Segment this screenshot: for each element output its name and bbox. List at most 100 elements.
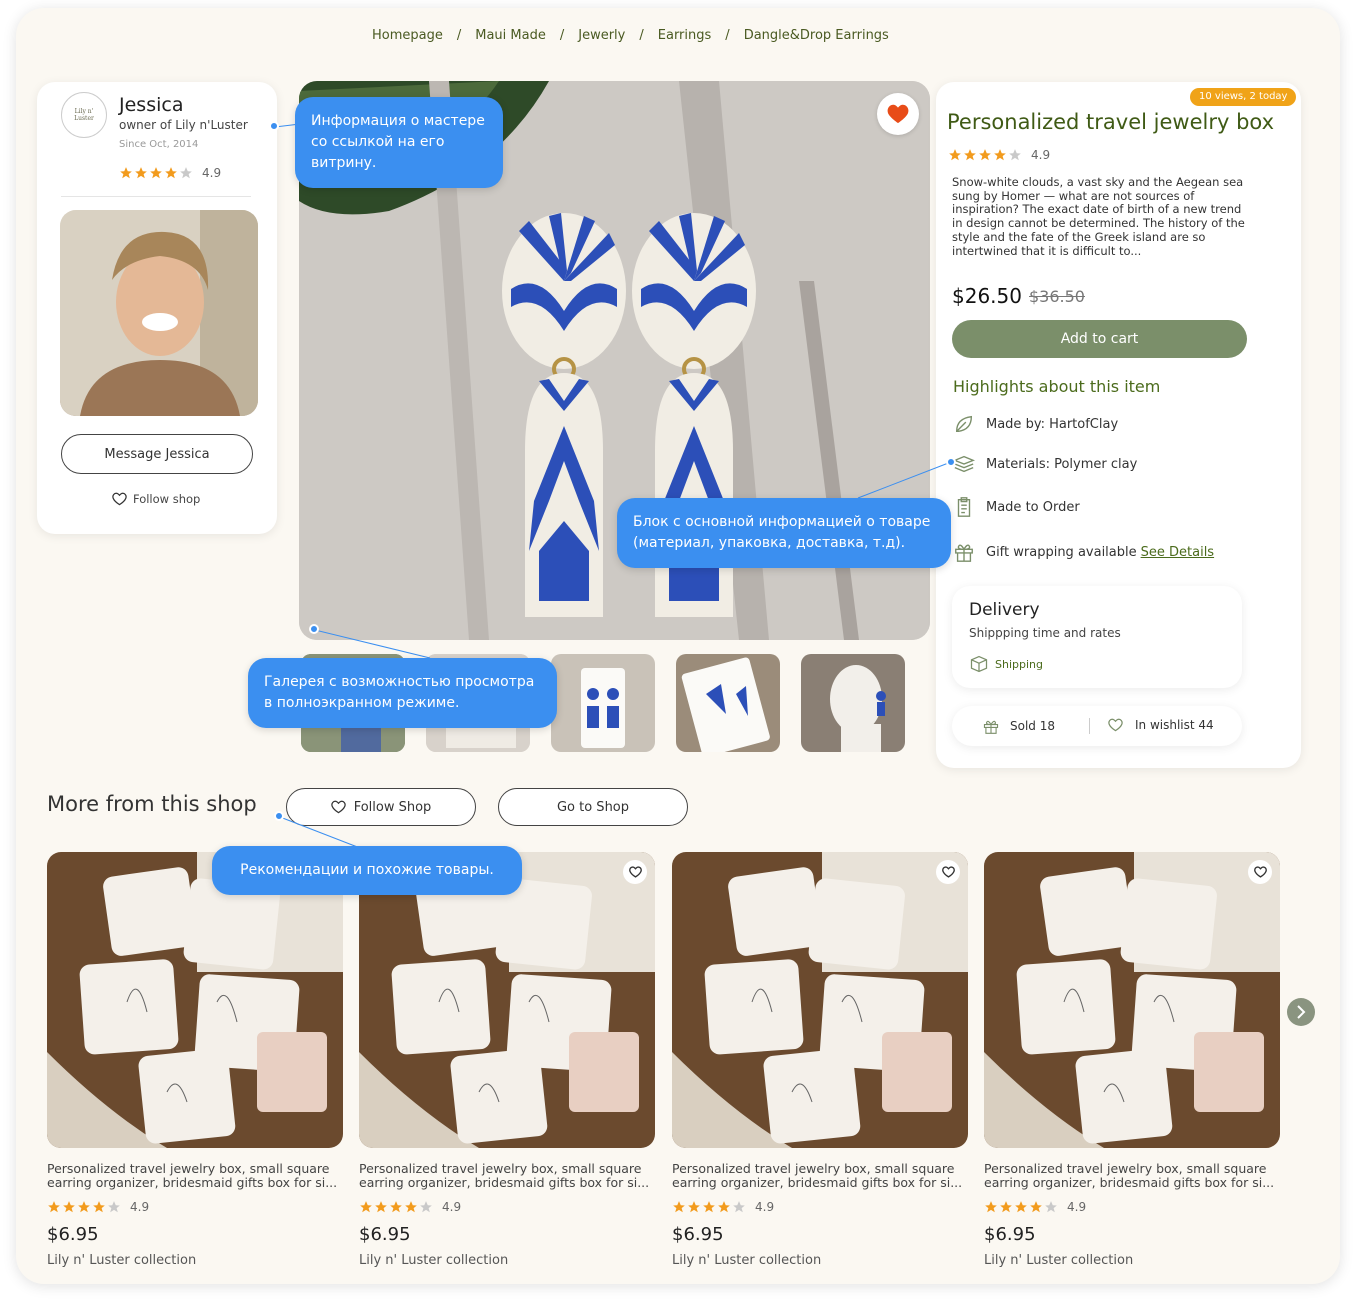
highlight-made-to-order: Made to Order [952, 496, 1080, 518]
divider [1089, 718, 1090, 734]
seller-photo [60, 210, 258, 416]
heart-filled-icon [887, 104, 909, 124]
follow-shop-link[interactable]: Follow shop [112, 492, 200, 506]
highlight-maker: Made by: HartofClay [952, 413, 1118, 435]
gallery-thumbnail[interactable] [551, 654, 655, 752]
breadcrumb-item[interactable]: Jewerly [578, 28, 625, 43]
shipping-label: Shipping [995, 657, 1043, 671]
product-price: $26.50 [952, 284, 1022, 308]
star-icon [405, 1201, 417, 1213]
see-details-link[interactable]: See Details [1141, 545, 1214, 560]
annotation-dot [946, 457, 956, 467]
favorite-button[interactable] [1248, 860, 1272, 884]
breadcrumb-item[interactable]: Maui Made [475, 28, 546, 43]
star-icon [994, 149, 1006, 161]
breadcrumb-item[interactable]: Homepage [372, 28, 443, 43]
product-card-shop[interactable]: Lily n' Luster collection [984, 1253, 1280, 1268]
product-card[interactable]: Personalized travel jewelry box, small s… [359, 852, 655, 1268]
product-card-image[interactable] [672, 852, 968, 1148]
star-icon [718, 1201, 730, 1213]
annotation-gallery: Галерея с возможностью просмотра в полно… [248, 658, 557, 728]
star-icon [150, 167, 162, 179]
product-card-image[interactable] [984, 852, 1280, 1148]
star-icon [1009, 149, 1021, 161]
breadcrumb-item[interactable]: Earrings [658, 28, 712, 43]
product-card-shop[interactable]: Lily n' Luster collection [672, 1253, 968, 1268]
delivery-subtitle: Shippping time and rates [969, 626, 1121, 640]
product-card-image[interactable] [359, 852, 655, 1148]
star-icon [1030, 1201, 1042, 1213]
highlight-text: Made by: HartofClay [986, 416, 1119, 432]
divider [61, 196, 251, 197]
star-icon [964, 149, 976, 161]
star-icon [48, 1201, 60, 1213]
sold-count: Sold 18 [982, 718, 1055, 734]
rating-value: 4.9 [1067, 1200, 1087, 1214]
follow-shop-label: Follow shop [133, 492, 201, 506]
carousel-next-button[interactable] [1287, 998, 1315, 1026]
product-card-price: $6.95 [672, 1224, 724, 1245]
gift-icon [983, 720, 999, 734]
product-card-shop[interactable]: Lily n' Luster collection [47, 1253, 343, 1268]
highlight-text: Gift wrapping available [986, 544, 1137, 560]
star-icon [979, 149, 991, 161]
product-card[interactable]: Personalized travel jewelry box, small s… [984, 852, 1280, 1268]
message-seller-button[interactable]: Message Jessica [61, 434, 253, 474]
star-icon [165, 167, 177, 179]
star-icon [688, 1201, 700, 1213]
product-card-title[interactable]: Personalized travel jewelry box, small s… [359, 1162, 655, 1190]
shop-logo[interactable]: Lily n' Luster [61, 92, 107, 138]
seller-rating: 4.9 [119, 166, 221, 180]
product-card[interactable]: Personalized travel jewelry box, small s… [672, 852, 968, 1268]
gallery-thumbnail[interactable] [801, 654, 905, 752]
leaf-icon [955, 415, 973, 433]
annotation-recommendations: Рекомендации и похожие товары. [212, 846, 522, 895]
go-to-shop-button[interactable]: Go to Shop [498, 788, 688, 826]
product-card-title[interactable]: Personalized travel jewelry box, small s… [672, 1162, 968, 1190]
rating-value: 4.9 [1031, 148, 1051, 162]
star-icon [985, 1201, 997, 1213]
delivery-card: Delivery Shippping time and rates Shippi… [952, 586, 1242, 688]
seller-role: owner of Lily n'Luster [119, 118, 248, 132]
product-card-title[interactable]: Personalized travel jewelry box, small s… [47, 1162, 343, 1190]
wishlist-count: In wishlist 44 [1108, 718, 1214, 732]
star-icon [63, 1201, 75, 1213]
sold-label: Sold 18 [1010, 719, 1055, 733]
star-icon [1045, 1201, 1057, 1213]
star-icon [1000, 1201, 1012, 1213]
follow-shop-button[interactable]: Follow Shop [286, 788, 476, 826]
layers-icon [952, 455, 976, 473]
star-icon [135, 167, 147, 179]
star-icon [703, 1201, 715, 1213]
star-icon [120, 167, 132, 179]
gallery-thumbnail[interactable] [676, 654, 780, 752]
highlights-title: Highlights about this item [953, 377, 1161, 396]
shipping-link[interactable]: Shipping [969, 654, 1043, 674]
favorite-button[interactable] [936, 860, 960, 884]
star-icon [420, 1201, 432, 1213]
product-card-rating: 4.9 [984, 1200, 1280, 1214]
heart-outline-icon [628, 866, 642, 878]
breadcrumb: Homepage / Maui Made / Jewerly / Earrings / … [372, 28, 889, 43]
product-card-shop[interactable]: Lily n' Luster collection [359, 1253, 655, 1268]
star-icon [733, 1201, 745, 1213]
product-title: Personalized travel jewelry box [947, 110, 1275, 134]
annotation-master: Информация о мастере со ссылкой на его в… [295, 97, 503, 188]
add-to-cart-button[interactable]: Add to cart [952, 320, 1247, 358]
seller-card: Lily n' Luster Jessica owner of Lily n'L… [37, 82, 277, 534]
product-card[interactable]: Personalized travel jewelry box, small s… [47, 852, 343, 1268]
breadcrumb-separator: / [559, 28, 565, 43]
seller-since: Since Oct, 2014 [119, 139, 199, 150]
star-icon [375, 1201, 387, 1213]
product-card-title[interactable]: Personalized travel jewelry box, small s… [984, 1162, 1280, 1190]
product-card-image[interactable] [47, 852, 343, 1148]
annotation-product-block: Блок с основной информацией о товаре (ма… [617, 498, 951, 568]
heart-outline-icon [1108, 718, 1123, 732]
favorite-button[interactable] [877, 93, 919, 135]
breadcrumb-separator: / [725, 28, 730, 43]
favorite-button[interactable] [623, 860, 647, 884]
chevron-right-icon [1297, 1005, 1306, 1019]
seller-name[interactable]: Jessica [119, 94, 183, 116]
rating-value: 4.9 [755, 1200, 775, 1214]
breadcrumb-item[interactable]: Dangle&Drop Earrings [744, 28, 889, 43]
